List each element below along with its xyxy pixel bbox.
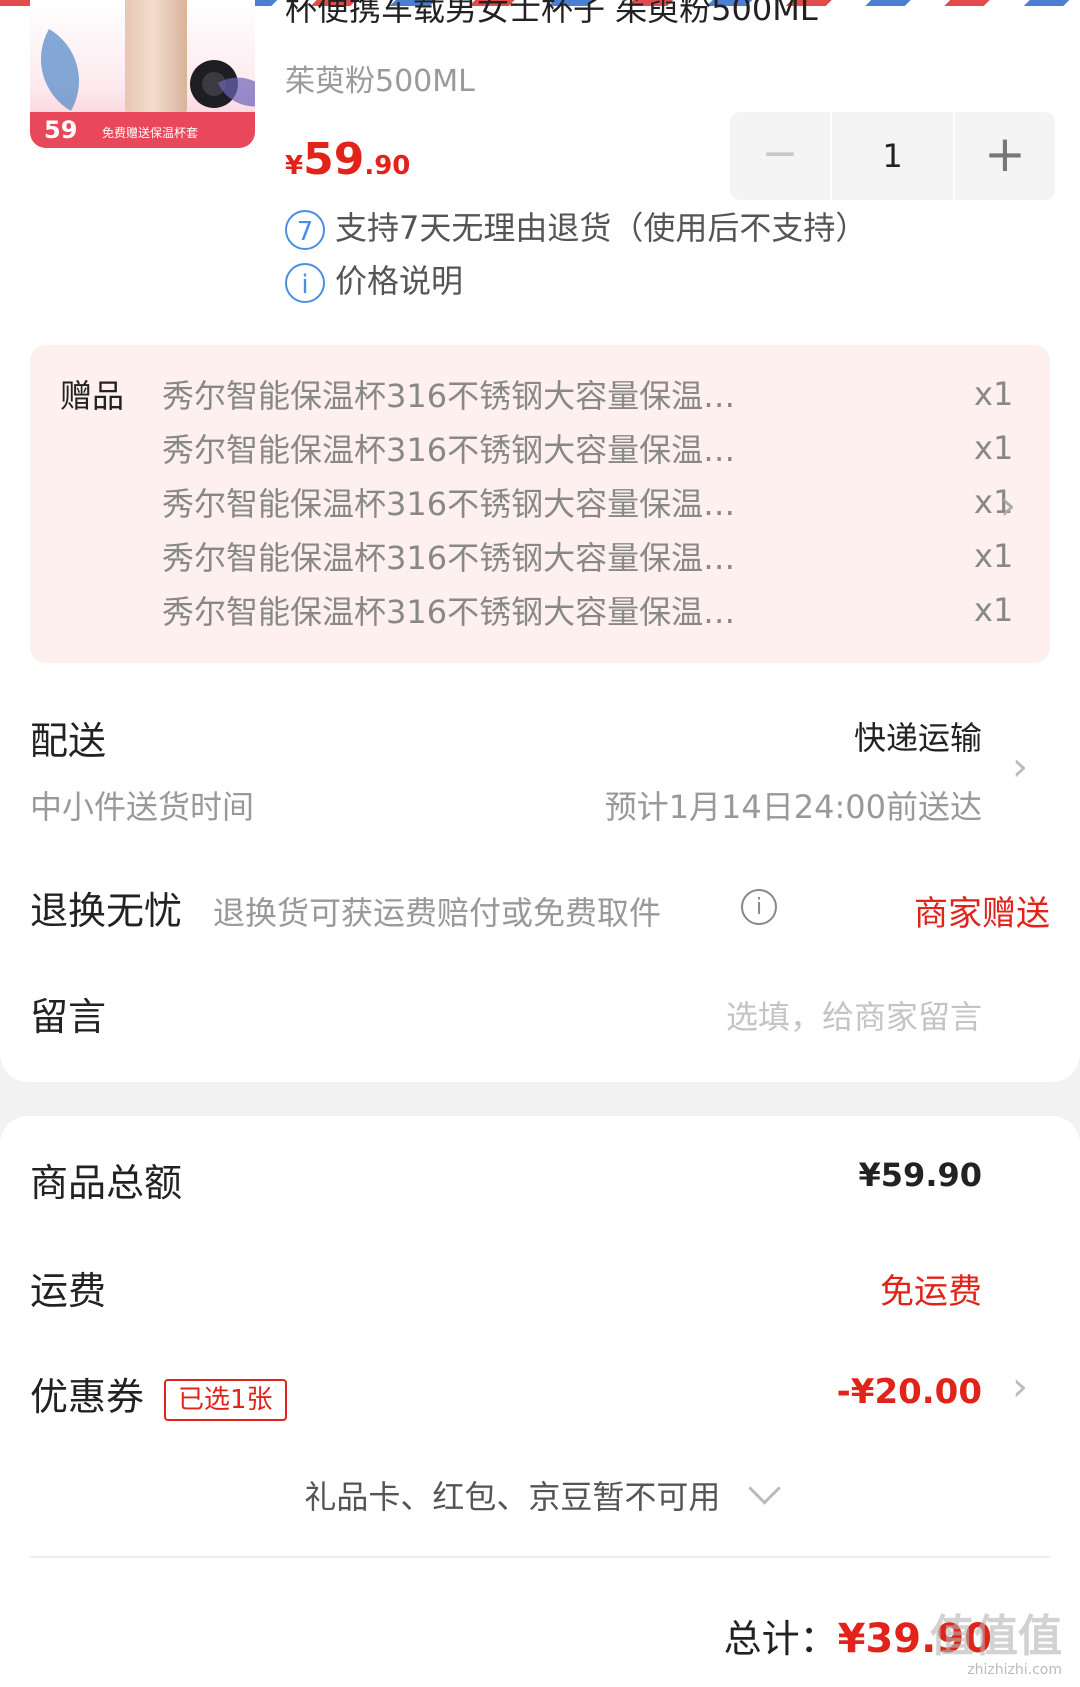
info-icon: i [285, 263, 325, 303]
chevron-right-icon[interactable]: › [1012, 1364, 1028, 1410]
decrease-button[interactable]: − [730, 112, 830, 200]
delivery-time-label: 中小件送货时间 [30, 788, 255, 826]
message-label: 留言 [30, 995, 107, 1039]
summary-card: 商品总额 ¥59.90 运费 免运费 优惠券 已选1张 -¥20.00 › 礼品卡… [0, 1116, 1080, 1687]
goods-total-value: ¥59.90 [858, 1156, 982, 1194]
gift-item-qty: x1 [974, 537, 1014, 575]
thumbnail-decoration [30, 29, 101, 111]
gift-item: 秀尔智能保温杯316不锈钢大容量保温水杯便... x1 [162, 371, 1013, 425]
order-card: 59 免费赠送保温杯套 杯便携车载男女士杯子 茱萸粉500ML 茱萸粉500ML… [0, 0, 1080, 1082]
product-variant: 茱萸粉500ML [285, 64, 475, 99]
price-note-row[interactable]: i 价格说明 [285, 256, 463, 303]
thumbnail-banner: 59 免费赠送保温杯套 [30, 112, 255, 148]
chevron-right-icon: › [1000, 483, 1016, 529]
gift-section[interactable]: 赠品 秀尔智能保温杯316不锈钢大容量保温水杯便... x1 秀尔智能保温杯31… [30, 345, 1050, 663]
gift-item-name: 秀尔智能保温杯316不锈钢大容量保温水杯便... [162, 485, 752, 523]
delivery-label: 配送 [30, 719, 107, 763]
gift-item-name: 秀尔智能保温杯316不锈钢大容量保温水杯便... [162, 539, 752, 577]
delivery-method[interactable]: 快递运输 [854, 713, 982, 759]
gift-label: 赠品 [60, 377, 125, 415]
price-currency: ¥ [285, 151, 304, 181]
gift-item-name: 秀尔智能保温杯316不锈钢大容量保温水杯便... [162, 377, 752, 415]
returns-value: 商家赠送 [914, 894, 1050, 934]
thumbnail-banner-text: 免费赠送保温杯套 [102, 126, 199, 140]
price-note-text: 价格说明 [335, 262, 464, 300]
coupon-row[interactable]: 优惠券 已选1张 [30, 1366, 287, 1421]
info-icon[interactable]: i [741, 889, 777, 925]
thumbnail-banner-price: 59 [44, 116, 78, 144]
coupon-label: 优惠券 [30, 1375, 145, 1419]
price-integer: 59 [303, 134, 365, 185]
gift-item: 秀尔智能保温杯316不锈钢大容量保温水杯便... x1 [162, 425, 1013, 479]
coupon-badge: 已选1张 [164, 1378, 287, 1421]
thumbnail-bottle [125, 0, 187, 118]
total-label: 总计： [723, 1617, 838, 1661]
chevron-down-icon [747, 1472, 781, 1505]
gift-item-name: 秀尔智能保温杯316不锈钢大容量保温水杯便... [162, 431, 752, 469]
watermark-logo: 值值值 zhizhizhi.com [930, 1600, 1070, 1680]
price-decimal: .90 [364, 151, 411, 181]
delivery-time-value: 预计1月14日24:00前送达 [604, 788, 982, 826]
unavailable-note: 礼品卡、红包、京豆暂不可用 [304, 1478, 721, 1516]
unavailable-row[interactable]: 礼品卡、红包、京豆暂不可用 [0, 1472, 1080, 1518]
gift-item: 秀尔智能保温杯316不锈钢大容量保温水杯便... x1 [162, 479, 1013, 533]
quantity-input[interactable]: 1 [830, 112, 955, 200]
chevron-right-icon[interactable]: › [1012, 744, 1028, 790]
seven-day-icon: 7 [285, 210, 325, 250]
gift-item-qty: x1 [974, 429, 1014, 467]
gift-item: 秀尔智能保温杯316不锈钢大容量保温水杯便... x1 [162, 587, 1013, 641]
gift-item-qty: x1 [974, 375, 1014, 413]
increase-button[interactable]: + [955, 112, 1055, 200]
product-price: ¥59.90 [285, 134, 410, 185]
product-thumbnail[interactable]: 59 免费赠送保温杯套 [30, 0, 255, 148]
returns-row: 退换无忧 [30, 880, 182, 935]
returns-label: 退换无忧 [30, 889, 183, 933]
gift-item-name: 秀尔智能保温杯316不锈钢大容量保温水杯便... [162, 593, 752, 631]
shipping-label: 运费 [30, 1269, 107, 1313]
return-policy-text: 支持7天无理由退货（使用后不支持） [335, 209, 868, 247]
divider [30, 1556, 1050, 1558]
quantity-stepper: − 1 + [730, 112, 1055, 200]
return-policy-row[interactable]: 7 支持7天无理由退货（使用后不支持） [285, 203, 867, 250]
product-title[interactable]: 杯便携车载男女士杯子 茱萸粉500ML [285, 0, 818, 30]
gift-item: 秀尔智能保温杯316不锈钢大容量保温水杯便... x1 [162, 533, 1013, 587]
shipping-value: 免运费 [880, 1272, 982, 1312]
watermark-text: 值值值 [930, 1611, 1062, 1662]
watermark-url: zhizhizhi.com [967, 1662, 1062, 1678]
gift-item-qty: x1 [974, 591, 1014, 629]
returns-desc: 退换货可获运费赔付或免费取件 [213, 894, 662, 932]
coupon-value[interactable]: -¥20.00 [837, 1372, 982, 1412]
goods-total-label: 商品总额 [30, 1161, 183, 1205]
message-input[interactable]: 选填，给商家留言 [726, 992, 982, 1038]
